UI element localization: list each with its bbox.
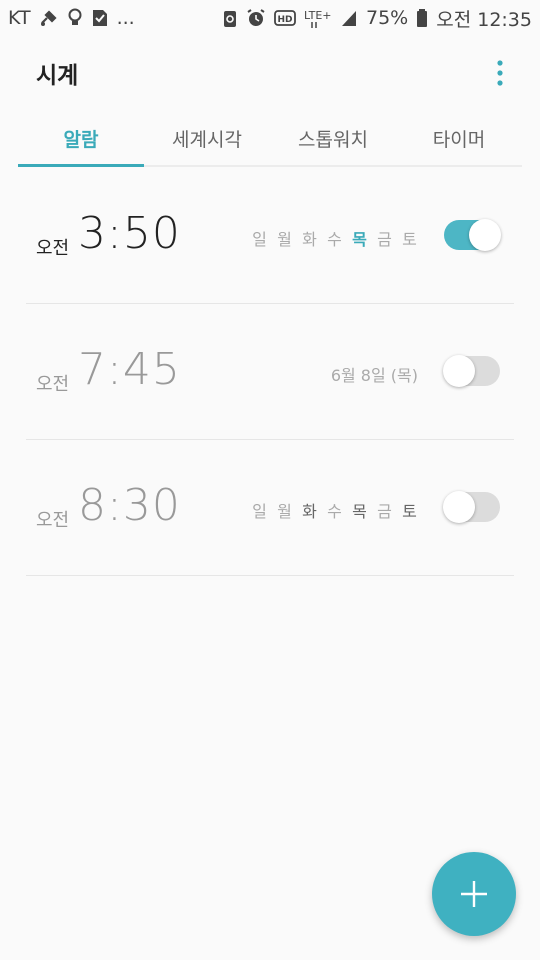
add-alarm-button[interactable]: [432, 852, 516, 936]
toggle-knob: [443, 355, 475, 387]
alarm-toggle[interactable]: [443, 355, 500, 387]
alarm-toggle[interactable]: [443, 491, 500, 523]
day-thu: 목: [352, 502, 367, 521]
day-thu: 목: [352, 230, 367, 249]
day-sun: 일: [252, 502, 267, 521]
tab-bar: 알람 세계시각 스톱워치 타이머: [18, 112, 522, 167]
status-bar: KT ... HD LTE+ 75% 오전 12:35: [0, 0, 540, 36]
app-bar: 시계: [0, 48, 540, 98]
svg-text:LTE+: LTE+: [304, 9, 332, 22]
check-note-icon: [91, 7, 109, 29]
toggle-knob: [443, 491, 475, 523]
alarm-clock-icon: [246, 7, 266, 29]
alarm-item-1[interactable]: 오전 3:50 일 월 화 수 목 금 토: [26, 168, 514, 304]
alarm-repeat-days: 일 월 화 수 목 금 토: [251, 498, 418, 522]
alarm-time: 3:50: [78, 208, 181, 259]
clock-time: 오전 12:35: [436, 8, 532, 31]
signal-icon: [340, 7, 358, 29]
plus-icon: [461, 881, 487, 907]
more-options-button[interactable]: [488, 57, 512, 89]
bulb-icon: [67, 7, 83, 29]
alarm-date: 6월 8일 (목): [330, 366, 418, 385]
app-title: 시계: [36, 63, 79, 89]
more-notifications-text: ...: [116, 7, 135, 29]
lte-icon: LTE+: [304, 7, 332, 29]
day-sat: 토: [402, 230, 417, 249]
battery-icon: [416, 7, 428, 29]
toggle-knob: [469, 219, 501, 251]
day-mon: 월: [277, 502, 292, 521]
alarm-item-3[interactable]: 오전 8:30 일 월 화 수 목 금 토: [26, 440, 514, 576]
alarm-ampm: 오전: [36, 374, 70, 395]
day-wed: 수: [327, 502, 342, 521]
tab-stopwatch[interactable]: 스톱워치: [270, 112, 396, 165]
recycle-icon: [222, 7, 238, 29]
day-tue: 화: [302, 230, 317, 249]
satellite-icon: [39, 7, 59, 29]
tab-alarm[interactable]: 알람: [18, 112, 144, 167]
status-bar-left: KT ...: [8, 7, 135, 29]
day-sat: 토: [402, 502, 417, 521]
alarm-item-2[interactable]: 오전 7:45 6월 8일 (목): [26, 304, 514, 440]
status-bar-right: HD LTE+ 75% 오전 12:35: [222, 5, 532, 32]
carrier-label: KT: [8, 7, 31, 29]
day-mon: 월: [277, 230, 292, 249]
day-fri: 금: [377, 502, 392, 521]
clock-app-screen: KT ... HD LTE+ 75% 오전 12:35 시계 알람 세계시각 스…: [0, 0, 540, 960]
day-fri: 금: [377, 230, 392, 249]
day-tue: 화: [302, 502, 317, 521]
alarm-time: 7:45: [78, 344, 181, 395]
alarm-time: 8:30: [78, 480, 181, 531]
alarm-ampm: 오전: [36, 238, 70, 259]
more-vert-icon: [497, 60, 503, 86]
alarm-list: 오전 3:50 일 월 화 수 목 금 토 오전 7:45 6월 8일 (목): [26, 168, 514, 576]
alarm-repeat-days: 일 월 화 수 목 금 토: [251, 226, 418, 250]
alarm-ampm: 오전: [36, 510, 70, 531]
day-sun: 일: [252, 230, 267, 249]
alarm-toggle[interactable]: [444, 219, 501, 251]
svg-text:HD: HD: [277, 15, 292, 25]
tab-timer[interactable]: 타이머: [396, 112, 522, 165]
tab-world-clock[interactable]: 세계시각: [144, 112, 270, 165]
day-wed: 수: [327, 230, 342, 249]
battery-percent: 75%: [366, 7, 409, 29]
hd-voice-icon: HD: [274, 7, 296, 29]
